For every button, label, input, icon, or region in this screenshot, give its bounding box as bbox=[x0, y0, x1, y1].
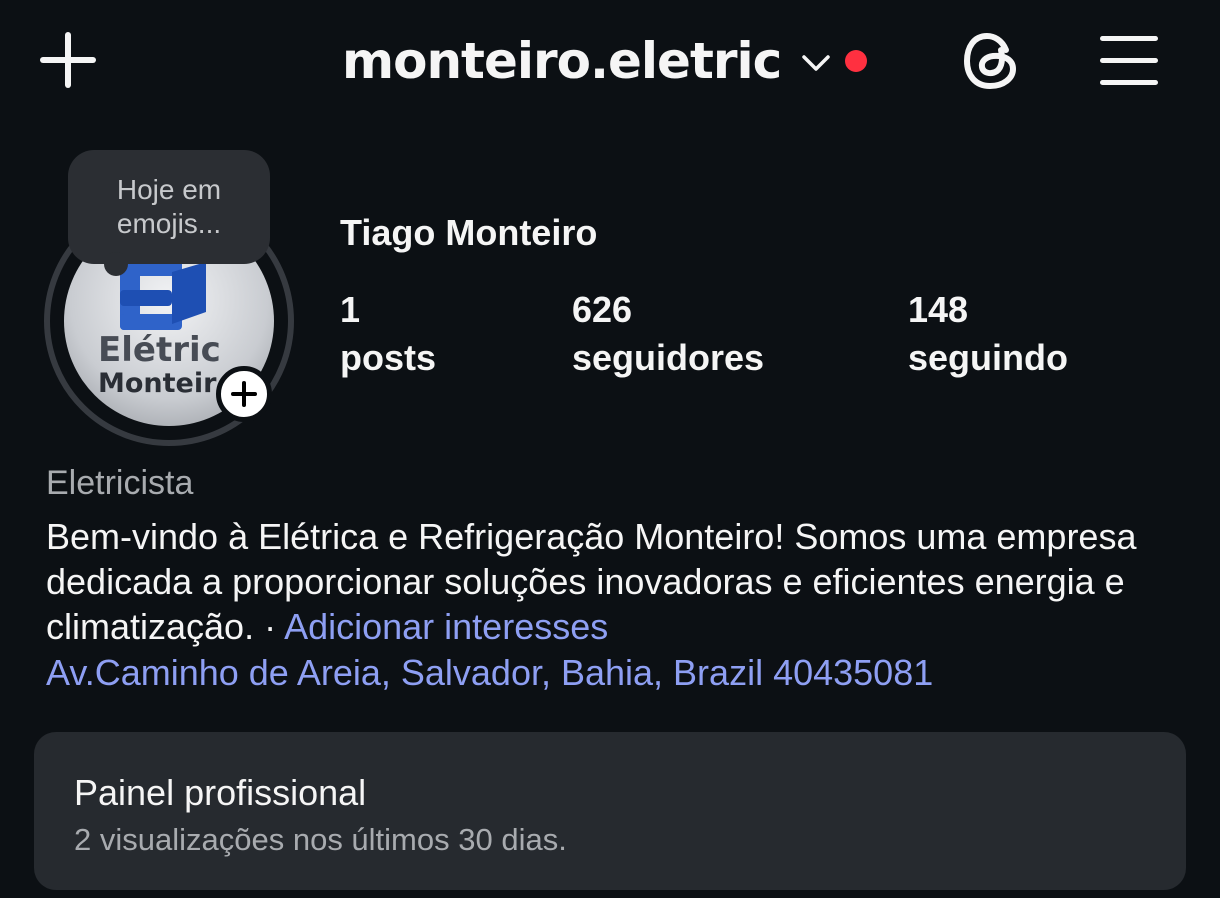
dashboard-title: Painel profissional bbox=[74, 772, 367, 813]
posts-stat[interactable]: 1 posts bbox=[340, 286, 436, 382]
following-stat[interactable]: 148 seguindo bbox=[908, 286, 1068, 382]
add-interests-link[interactable]: Adicionar interesses bbox=[284, 606, 608, 647]
top-bar: monteiro.eletric bbox=[0, 0, 1220, 125]
profile-bio: Bem-vindo à Elétrica e Refrigeração Mont… bbox=[46, 514, 1166, 649]
chevron-down-icon bbox=[802, 55, 831, 71]
account-switcher[interactable]: monteiro.eletric bbox=[342, 28, 868, 94]
dashboard-subtitle: 2 visualizações nos últimos 30 dias. bbox=[74, 822, 567, 857]
note-bubble-tail bbox=[104, 252, 128, 276]
add-story-button[interactable] bbox=[216, 366, 272, 422]
plus-icon[interactable] bbox=[38, 30, 98, 90]
professional-dashboard-card[interactable]: Painel profissional 2 visualizações nos … bbox=[34, 732, 1186, 890]
note-bubble[interactable]: Hoje em emojis... bbox=[68, 150, 270, 264]
followers-stat[interactable]: 626 seguidores bbox=[572, 286, 764, 382]
avatar-text-line1: Elétric bbox=[98, 330, 221, 370]
following-label: seguindo bbox=[908, 337, 1068, 378]
username: monteiro.eletric bbox=[342, 32, 782, 90]
menu-icon[interactable] bbox=[1100, 32, 1160, 88]
followers-label: seguidores bbox=[572, 337, 765, 378]
followers-count: 626 bbox=[572, 289, 633, 330]
posts-label: posts bbox=[340, 337, 437, 378]
note-text: Hoje em emojis... bbox=[116, 174, 222, 239]
avatar-text-line2: Monteir bbox=[98, 368, 217, 399]
threads-icon[interactable] bbox=[960, 28, 1024, 94]
address-link[interactable]: Av.Caminho de Areia, Salvador, Bahia, Br… bbox=[46, 652, 933, 694]
following-count: 148 bbox=[908, 289, 969, 330]
display-name: Tiago Monteiro bbox=[340, 212, 598, 253]
notification-dot bbox=[845, 50, 868, 72]
profile-category: Eletricista bbox=[46, 464, 194, 502]
posts-count: 1 bbox=[340, 289, 361, 330]
